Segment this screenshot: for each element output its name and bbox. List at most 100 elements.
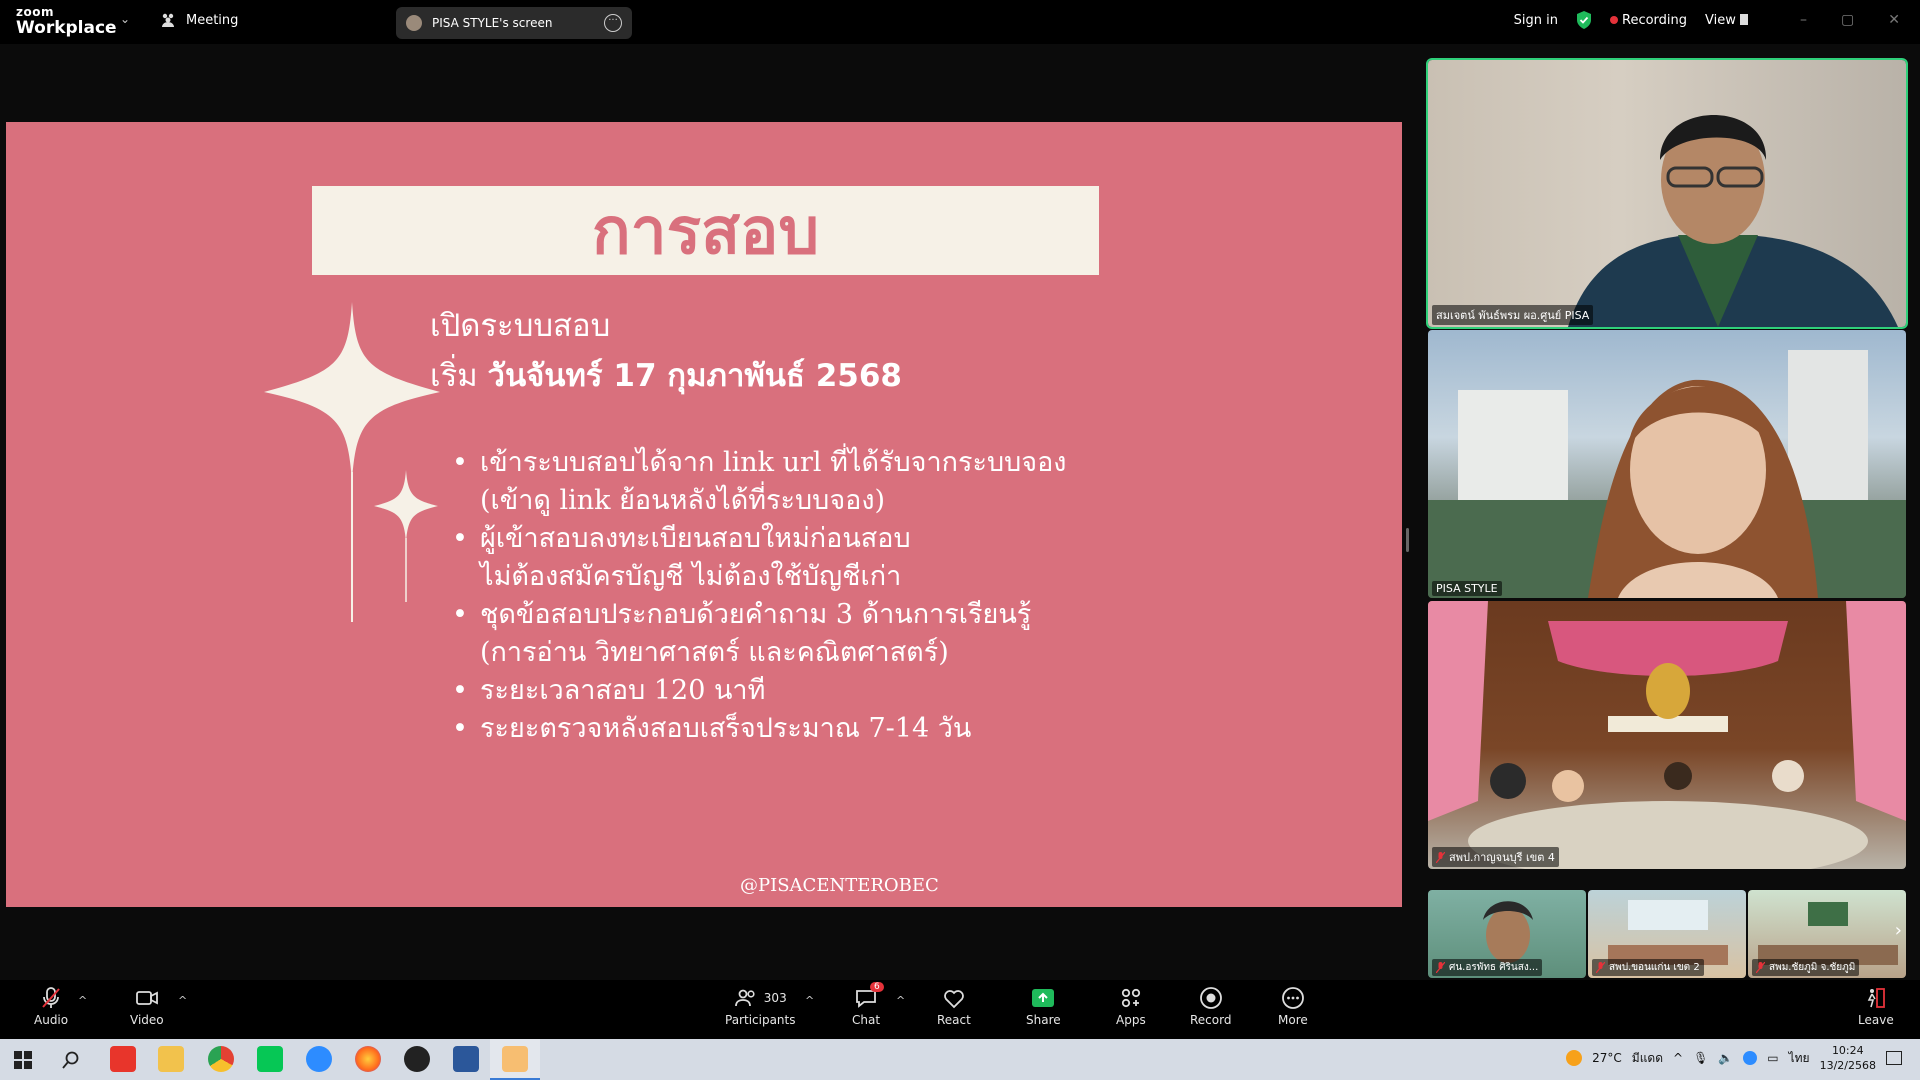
room-scene <box>1428 601 1906 869</box>
bullet-item: ระยะเวลาสอบ 120 นาที <box>452 672 1172 710</box>
mic-muted-icon <box>1436 962 1445 973</box>
view-grid-icon <box>1740 13 1749 25</box>
bullet-line: ระยะเวลาสอบ 120 นาที <box>480 675 766 706</box>
chrome-icon[interactable] <box>208 1046 234 1072</box>
participants-options-caret[interactable]: ^ <box>805 994 814 1007</box>
top-bar: zoom Workplace ⌄ Meeting PISA STYLE's sc… <box>0 0 1920 44</box>
temperature: 27°C <box>1592 1051 1622 1065</box>
tile-name-label: PISA STYLE <box>1432 581 1502 596</box>
participant-name: สพม.ชัยภูมิ จ.ชัยภูมิ <box>1769 962 1856 973</box>
windows-start-icon[interactable] <box>14 1051 32 1069</box>
language-indicator[interactable]: ไทย <box>1789 1049 1810 1068</box>
audio-button[interactable]: Audio <box>34 986 68 1027</box>
participant-name: สพป.ขอนแก่น เขต 2 <box>1609 962 1700 973</box>
record-button[interactable]: Record <box>1190 986 1231 1027</box>
search-icon[interactable] <box>62 1051 80 1069</box>
notification-icon[interactable] <box>1886 1051 1902 1065</box>
screen-tab-label: PISA STYLE's screen <box>432 16 553 30</box>
shield-icon[interactable] <box>1576 11 1592 29</box>
active-app-underline <box>490 1039 540 1080</box>
mic-tray-icon[interactable]: 🎙 <box>1693 1051 1708 1065</box>
slide-title: การสอบ <box>591 194 820 269</box>
mic-muted-icon <box>42 987 60 1008</box>
more-button[interactable]: More <box>1278 986 1308 1027</box>
pisa-style-figure <box>1428 350 1906 598</box>
participant-name: PISA STYLE <box>1436 582 1498 595</box>
bullet-line: ไม่ต้องสมัครบัญชี ไม่ต้องใช้บัญชีเก่า <box>480 561 902 592</box>
thumb-tile[interactable]: สพป.ขอนแก่น เขต 2 <box>1588 890 1746 978</box>
tile-name-label: ศน.อรพัทธ ศิรินสง... <box>1432 959 1543 976</box>
leave-button[interactable]: Leave <box>1858 986 1894 1027</box>
line-app-icon[interactable] <box>257 1046 283 1072</box>
record-dot-icon <box>1610 15 1618 24</box>
panel-resize-handle[interactable] <box>1406 528 1409 552</box>
recording-label: Recording <box>1622 12 1688 28</box>
bullet-item: ชุดข้อสอบประกอบด้วยคำถาม 3 ด้านการเรียนร… <box>452 596 1172 672</box>
video-options-caret[interactable]: ^ <box>178 994 187 1007</box>
screen-share-tab[interactable]: PISA STYLE's screen ··· <box>396 7 632 39</box>
start-date: วันจันทร์ 17 กุมภาพันธ์ 2568 <box>487 358 902 394</box>
word-icon[interactable] <box>453 1046 479 1072</box>
slide-bullet-list: เข้าระบบสอบได้จาก link url ที่ได้รับจากร… <box>452 444 1172 748</box>
video-button[interactable]: Video <box>130 986 164 1027</box>
tile-name-label: สพป.ขอนแก่น เขต 2 <box>1592 959 1704 976</box>
media-app-icon[interactable] <box>404 1046 430 1072</box>
thumb-tile[interactable]: สพม.ชัยภูมิ จ.ชัยภูมิ › <box>1748 890 1906 978</box>
participants-icon-group: 303 <box>734 986 787 1010</box>
speaker-figure <box>1568 115 1898 327</box>
share-button[interactable]: Share <box>1026 986 1061 1027</box>
participants-button[interactable]: 303 Participants <box>725 986 796 1027</box>
chat-button[interactable]: Chat 6 <box>852 982 884 1027</box>
chat-options-caret[interactable]: ^ <box>896 994 905 1007</box>
sign-in-link[interactable]: Sign in <box>1514 13 1558 28</box>
zoom-tray-icon[interactable] <box>1743 1051 1758 1065</box>
video-tile-speaker[interactable]: สมเจตน์ พันธ์พรม ผอ.ศูนย์ PISA <box>1426 58 1908 329</box>
chevron-down-icon[interactable]: ⌄ <box>120 12 130 26</box>
participant-name: สมเจตน์ พันธ์พรม ผอ.ศูนย์ PISA <box>1436 309 1590 322</box>
tray-chevron-icon[interactable]: ^ <box>1673 1051 1683 1065</box>
apps-label: Apps <box>1116 1013 1146 1027</box>
more-icon[interactable]: ··· <box>604 14 622 32</box>
bullet-line: ชุดข้อสอบประกอบด้วยคำถาม 3 ด้านการเรียนร… <box>480 599 1032 630</box>
apps-button[interactable]: Apps <box>1116 986 1146 1027</box>
mic-muted-icon <box>1596 962 1605 973</box>
participant-name: สพป.กาญจนบุรี เขต 4 <box>1449 851 1555 864</box>
file-explorer-icon[interactable] <box>158 1046 184 1072</box>
more-dots-icon <box>1281 987 1304 1009</box>
video-label: Video <box>130 1013 164 1027</box>
participant-name: ศน.อรพัทธ ศิรินสง... <box>1449 962 1539 973</box>
recording-indicator[interactable]: Recording <box>1610 13 1687 28</box>
react-label: React <box>937 1013 971 1027</box>
weather-sun-icon[interactable] <box>1566 1050 1583 1066</box>
audio-options-caret[interactable]: ^ <box>78 994 87 1007</box>
top-right-controls: Sign in Recording View – ▢ ✕ <box>1514 11 1900 29</box>
participants-count: 303 <box>763 991 787 1005</box>
video-tile-pisa-style[interactable]: PISA STYLE <box>1428 330 1906 598</box>
chevron-right-icon[interactable]: › <box>1895 920 1902 941</box>
video-tile-room[interactable]: สพป.กาญจนบุรี เขต 4 <box>1428 601 1906 869</box>
zoom-app-icon[interactable] <box>306 1046 332 1072</box>
slide-subtitle-1: เปิดระบบสอบ <box>430 308 611 344</box>
speaker-tray-icon[interactable]: 🔈 <box>1718 1051 1733 1065</box>
meeting-label: Meeting <box>186 12 239 28</box>
slide-subtitle-2: เริ่ม วันจันทร์ 17 กุมภาพันธ์ 2568 <box>430 350 902 400</box>
record-icon <box>1199 987 1222 1009</box>
minimize-icon[interactable]: – <box>1800 12 1807 28</box>
mic-muted-icon <box>1436 851 1445 863</box>
close-icon[interactable]: ✕ <box>1888 12 1900 28</box>
view-button[interactable]: View <box>1705 13 1749 28</box>
app-s-icon[interactable] <box>110 1046 136 1072</box>
network-icon[interactable]: ▭ <box>1767 1051 1778 1065</box>
meeting-info-button[interactable]: Meeting <box>160 12 238 28</box>
bullet-line: ระยะตรวจหลังสอบเสร็จประมาณ 7-14 วัน <box>480 713 972 744</box>
window-controls: – ▢ ✕ <box>1800 12 1900 28</box>
bullet-line: (เข้าดู link ย้อนหลังได้ที่ระบบจอง) <box>480 485 886 516</box>
maximize-icon[interactable]: ▢ <box>1841 12 1854 28</box>
meeting-toolbar: Audio ^ Video ^ 303 Participants ^ Chat … <box>0 980 1920 1039</box>
taskbar-clock[interactable]: 10:24 13/2/2568 <box>1820 1043 1876 1073</box>
bullet-item: ระยะตรวจหลังสอบเสร็จประมาณ 7-14 วัน <box>452 710 1172 748</box>
clock-time: 10:24 <box>1831 1044 1864 1057</box>
thumb-tile[interactable]: ศน.อรพัทธ ศิรินสง... <box>1428 890 1586 978</box>
react-button[interactable]: React <box>937 986 971 1027</box>
firefox-icon[interactable] <box>355 1046 381 1072</box>
